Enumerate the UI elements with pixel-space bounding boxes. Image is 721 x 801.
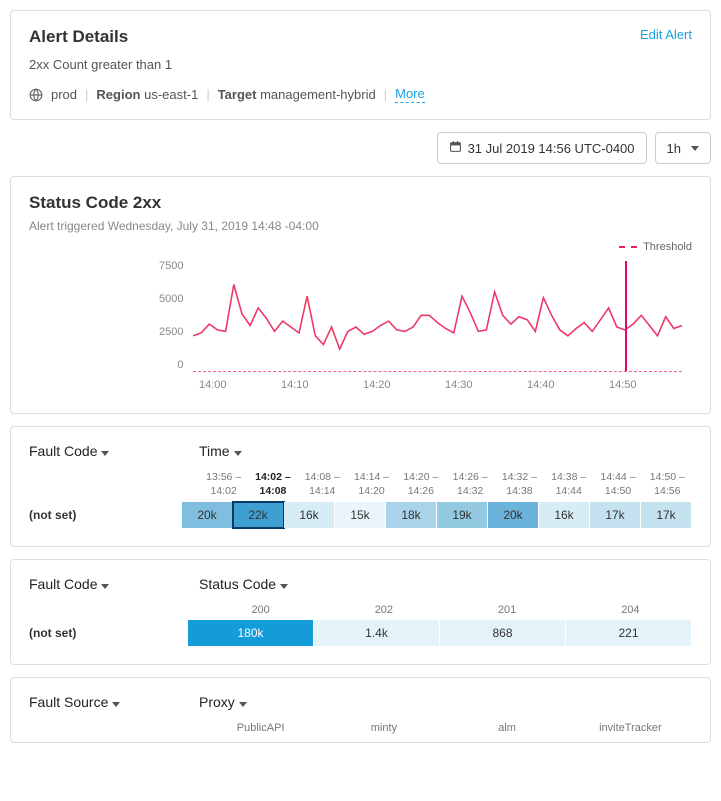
status-header-cell: 202 (322, 604, 445, 616)
range-value: 1h (667, 141, 681, 156)
row-label: (not set) (29, 508, 182, 522)
chevron-down-icon (112, 702, 120, 707)
x-axis: 14:00 14:10 14:20 14:30 14:40 14:50 (29, 379, 692, 391)
heat-cell[interactable]: 18k (386, 502, 437, 528)
status-cell[interactable]: 1.4k (314, 620, 440, 646)
row-label: (not set) (29, 626, 188, 640)
target-value: management-hybrid (260, 87, 376, 102)
dim2-dropdown[interactable]: Proxy (199, 694, 247, 710)
chevron-down-icon (101, 451, 109, 456)
proxy-header-cell: inviteTracker (569, 722, 692, 734)
target-label: Target (218, 87, 257, 102)
chart-subtitle: Alert triggered Wednesday, July 31, 2019… (29, 219, 692, 233)
region-label: Region (96, 87, 140, 102)
y-axis: 7500 5000 2500 0 (159, 261, 193, 371)
x-tick: 14:30 (445, 379, 527, 391)
dim1-dropdown[interactable]: Fault Code (29, 576, 199, 592)
globe-icon (29, 88, 43, 102)
proxy-header-cell: minty (322, 722, 445, 734)
datetime-value: 31 Jul 2019 14:56 UTC-0400 (468, 141, 635, 156)
heat-strip: 20k22k16k15k18k19k20k16k17k17k (182, 502, 692, 528)
chevron-down-icon (239, 702, 247, 707)
chevron-down-icon (234, 451, 242, 456)
status-cell[interactable]: 221 (566, 620, 692, 646)
heat-cell[interactable]: 19k (437, 502, 488, 528)
chevron-down-icon (691, 146, 699, 151)
time-header-cell: 14:50 –14:56 (643, 471, 692, 498)
plot-area (193, 261, 682, 371)
chart-card: Status Code 2xx Alert triggered Wednesda… (10, 176, 711, 414)
dim1-dropdown[interactable]: Fault Source (29, 694, 199, 710)
x-tick: 14:50 (609, 379, 691, 391)
status-header-cell: 201 (446, 604, 569, 616)
status-header-cell: 200 (199, 604, 322, 616)
x-tick: 14:40 (527, 379, 609, 391)
calendar-icon (449, 140, 462, 156)
more-link[interactable]: More (395, 86, 425, 103)
heat-cell[interactable]: 17k (641, 502, 692, 528)
x-tick: 14:20 (363, 379, 445, 391)
threshold-swatch-icon (619, 246, 637, 248)
threshold-legend: Threshold (29, 241, 692, 253)
heat-cell[interactable]: 15k (335, 502, 386, 528)
y-tick: 5000 (159, 294, 183, 305)
time-toolbar: 31 Jul 2019 14:56 UTC-0400 1h (10, 132, 711, 164)
line-chart (193, 261, 682, 371)
x-tick: 14:00 (199, 379, 281, 391)
proxy-header-cell: alm (446, 722, 569, 734)
dim2-dropdown[interactable]: Status Code (199, 576, 288, 592)
datetime-button[interactable]: 31 Jul 2019 14:56 UTC-0400 (437, 132, 647, 164)
y-tick: 0 (177, 360, 183, 371)
fault-status-card: Fault Code Status Code 200202201204 (not… (10, 559, 711, 665)
heat-cell[interactable]: 20k (182, 502, 233, 528)
time-header-cell: 14:44 –14:50 (593, 471, 642, 498)
status-cell[interactable]: 180k (188, 620, 314, 646)
status-header-cell: 204 (569, 604, 692, 616)
time-header-cell: 14:02 –14:08 (248, 471, 297, 498)
status-header-row: 200202201204 (29, 604, 692, 616)
status-cell[interactable]: 868 (440, 620, 566, 646)
alert-description: 2xx Count greater than 1 (29, 57, 692, 72)
time-header-cell: 14:20 –14:26 (396, 471, 445, 498)
time-header-cell: 14:08 –14:14 (298, 471, 347, 498)
dim1-dropdown[interactable]: Fault Code (29, 443, 199, 459)
heat-cell[interactable]: 16k (284, 502, 335, 528)
proxy-header-row: PublicAPImintyalminviteTracker (29, 722, 692, 734)
y-tick: 2500 (159, 327, 183, 338)
time-header-cell: 14:26 –14:32 (445, 471, 494, 498)
heat-cell[interactable]: 22k (233, 502, 284, 528)
proxy-header-cell: PublicAPI (199, 722, 322, 734)
y-tick: 7500 (159, 261, 183, 272)
marker-line (625, 261, 627, 371)
alert-meta-row: prod | Region us-east-1 | Target managem… (29, 86, 692, 103)
time-header-row: 13:56 –14:0214:02 –14:0814:08 –14:1414:1… (29, 471, 692, 498)
chart-title: Status Code 2xx (29, 193, 692, 213)
status-strip: 180k1.4k868221 (188, 620, 692, 646)
fault-time-card: Fault Code Time 13:56 –14:0214:02 –14:08… (10, 426, 711, 547)
range-button[interactable]: 1h (655, 132, 711, 164)
heat-cell[interactable]: 17k (590, 502, 641, 528)
time-header-cell: 14:38 –14:44 (544, 471, 593, 498)
alert-title: Alert Details (29, 27, 128, 47)
time-header-cell: 14:32 –14:38 (495, 471, 544, 498)
x-tick: 14:10 (281, 379, 363, 391)
heat-cell[interactable]: 20k (488, 502, 539, 528)
threshold-line (193, 371, 682, 372)
chevron-down-icon (101, 584, 109, 589)
env-value: prod (51, 87, 77, 102)
chevron-down-icon (280, 584, 288, 589)
alert-details-card: Alert Details Edit Alert 2xx Count great… (10, 10, 711, 120)
edit-alert-link[interactable]: Edit Alert (640, 27, 692, 42)
heat-cell[interactable]: 16k (539, 502, 590, 528)
region-value: us-east-1 (144, 87, 198, 102)
time-header-cell: 13:56 –14:02 (199, 471, 248, 498)
time-header-cell: 14:14 –14:20 (347, 471, 396, 498)
fault-proxy-card: Fault Source Proxy PublicAPImintyalminvi… (10, 677, 711, 743)
dim2-dropdown[interactable]: Time (199, 443, 242, 459)
